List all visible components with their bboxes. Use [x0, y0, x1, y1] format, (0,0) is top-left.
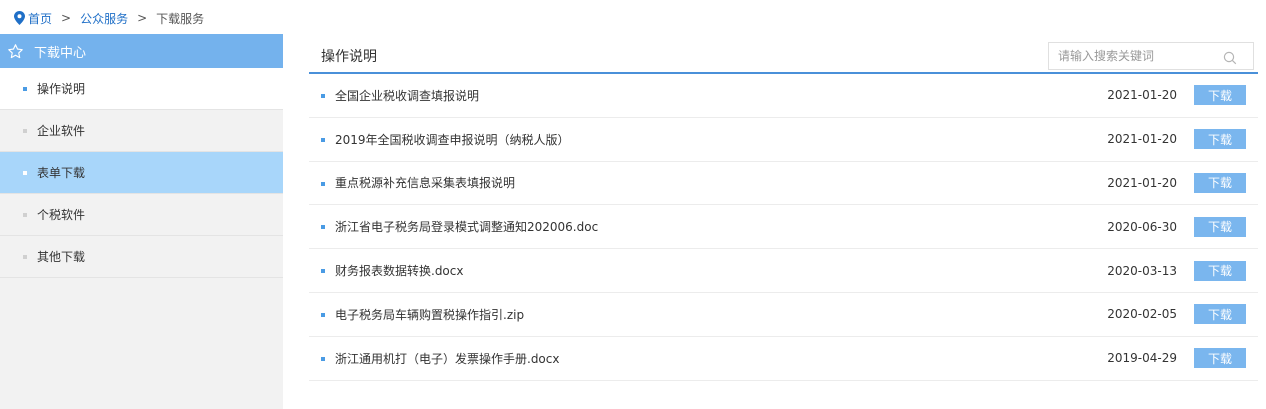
file-date: 2020-02-05 [1107, 307, 1177, 322]
search-icon[interactable] [1223, 51, 1237, 65]
download-button[interactable]: 下载 [1194, 348, 1246, 369]
file-date: 2020-03-13 [1107, 263, 1177, 278]
bullet-icon [321, 269, 325, 274]
file-title-link[interactable]: 2019年全国税收调查申报说明（纳税人版） [335, 131, 570, 148]
breadcrumb-public-services-link[interactable]: 公众服务 [80, 10, 128, 27]
bullet-icon [23, 128, 27, 133]
sidebar-item-other-downloads[interactable]: 其他下载 [0, 236, 283, 278]
file-title-link[interactable]: 财务报表数据转换.docx [335, 262, 463, 279]
download-button[interactable]: 下载 [1194, 172, 1246, 193]
table-row: 浙江省电子税务局登录模式调整通知202006.doc 2020-06-30 下载 [309, 205, 1258, 250]
bullet-icon [321, 137, 325, 142]
sidebar-item-label: 个税软件 [37, 208, 86, 222]
sidebar-item-form-download[interactable]: 表单下载 [0, 152, 283, 194]
download-button[interactable]: 下载 [1194, 304, 1246, 325]
sidebar-item-label: 操作说明 [37, 82, 86, 96]
location-pin-icon [14, 11, 25, 25]
file-title-link[interactable]: 全国企业税收调查填报说明 [335, 87, 479, 104]
bullet-icon [23, 212, 27, 217]
bullet-icon [321, 225, 325, 230]
file-date: 2020-06-30 [1107, 219, 1177, 234]
download-button[interactable]: 下载 [1194, 85, 1246, 106]
sidebar-item-label: 其他下载 [37, 250, 86, 264]
file-date: 2021-01-20 [1107, 88, 1177, 103]
breadcrumb-current: 下载服务 [156, 11, 205, 26]
file-date: 2021-01-20 [1107, 132, 1177, 147]
search-box [1048, 42, 1254, 70]
table-row: 电子税务局车辆购置税操作指引.zip 2020-02-05 下载 [309, 293, 1258, 337]
download-list: 全国企业税收调查填报说明 2021-01-20 下载 2019年全国税收调查申报… [309, 74, 1258, 381]
file-title-link[interactable]: 浙江省电子税务局登录模式调整通知202006.doc [335, 218, 598, 235]
file-title-link[interactable]: 浙江通用机打（电子）发票操作手册.docx [335, 350, 559, 367]
sidebar: 下载中心 操作说明 企业软件 表单下载 个税软件 其他下载 [0, 34, 283, 409]
page-title: 操作说明 [321, 49, 377, 65]
file-title-link[interactable]: 电子税务局车辆购置税操作指引.zip [335, 306, 524, 323]
bullet-icon [321, 181, 325, 186]
sidebar-item-label: 表单下载 [37, 166, 86, 180]
file-date: 2021-01-20 [1107, 175, 1177, 190]
bullet-icon [23, 86, 27, 91]
bullet-icon [321, 312, 325, 317]
table-row: 财务报表数据转换.docx 2020-03-13 下载 [309, 249, 1258, 293]
sidebar-item-personal-tax-software[interactable]: 个税软件 [0, 194, 283, 236]
table-row: 重点税源补充信息采集表填报说明 2021-01-20 下载 [309, 162, 1258, 206]
main-content: 操作说明 全国企业税收调查填报说明 2021-01-20 下载 2019年全国税… [309, 34, 1258, 381]
download-button[interactable]: 下载 [1194, 129, 1246, 150]
download-button[interactable]: 下载 [1194, 216, 1246, 237]
sidebar-item-label: 企业软件 [37, 124, 86, 138]
page: 首页 > 公众服务 > 下载服务 下载中心 操作说明 企业软件 表单下载 个税软… [0, 0, 1266, 409]
bullet-icon [23, 170, 27, 175]
main-header: 操作说明 [309, 34, 1258, 74]
bullet-icon [321, 94, 325, 98]
file-date: 2019-04-29 [1107, 351, 1177, 366]
breadcrumb: 首页 > 公众服务 > 下载服务 [14, 9, 204, 27]
bullet-icon [321, 356, 325, 361]
file-title-link[interactable]: 重点税源补充信息采集表填报说明 [335, 174, 515, 191]
breadcrumb-separator: > [61, 11, 72, 25]
sidebar-header: 下载中心 [0, 34, 283, 68]
download-button[interactable]: 下载 [1194, 260, 1246, 281]
breadcrumb-separator: > [137, 11, 148, 25]
sidebar-item-operation-guide[interactable]: 操作说明 [0, 68, 283, 110]
search-input[interactable] [1049, 43, 1219, 69]
breadcrumb-home-link[interactable]: 首页 [28, 10, 52, 27]
table-row: 浙江通用机打（电子）发票操作手册.docx 2019-04-29 下载 [309, 337, 1258, 381]
star-icon [8, 43, 23, 58]
sidebar-item-enterprise-software[interactable]: 企业软件 [0, 110, 283, 152]
table-row: 全国企业税收调查填报说明 2021-01-20 下载 [309, 74, 1258, 118]
table-row: 2019年全国税收调查申报说明（纳税人版） 2021-01-20 下载 [309, 118, 1258, 162]
bullet-icon [23, 254, 27, 259]
sidebar-title: 下载中心 [34, 45, 87, 61]
